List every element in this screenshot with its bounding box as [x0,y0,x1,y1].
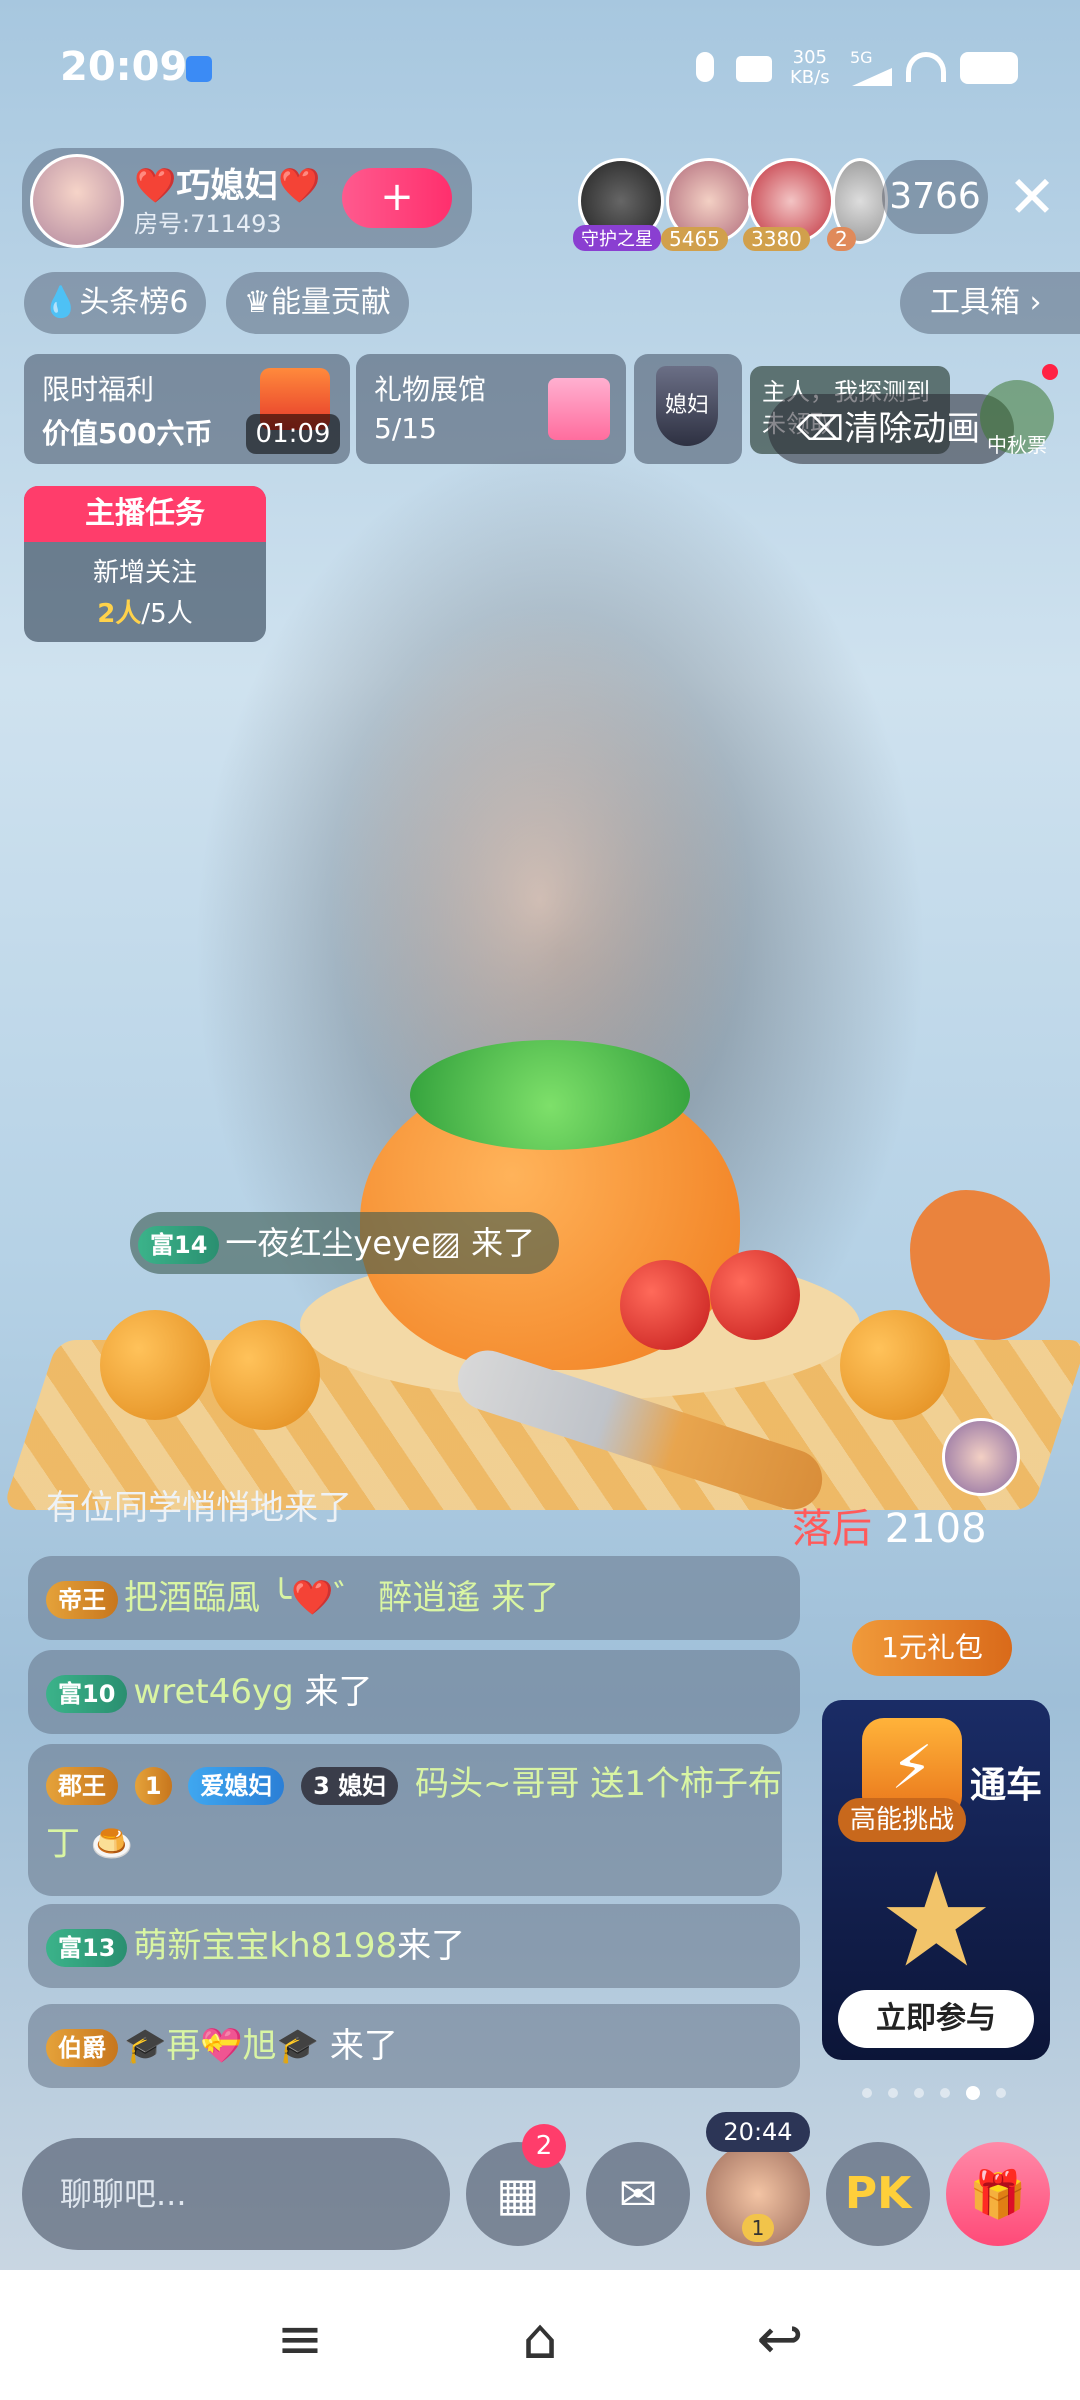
viewer-avatar-2[interactable]: 5465 [661,158,752,251]
signal-bars-icon [852,68,892,86]
battery-icon [960,52,1018,84]
gift-button[interactable]: 🎁 [946,2142,1050,2246]
back-icon[interactable]: ↩ [740,2300,820,2380]
promo-card[interactable]: ⚡ 通车 高能挑战 ★ 立即参与 [822,1700,1050,2060]
task-desc: 新增关注 [92,558,197,588]
eraser-icon: ⌫ [796,409,845,449]
system-nav-bar: ≡ ⌂ ↩ [0,2270,1080,2400]
maple-leaf [910,1190,1050,1340]
notification-dot [1042,364,1058,380]
apps-badge: 2 [522,2124,566,2168]
shield-icon: 媳妇 [656,366,718,446]
signal-icon: 5G [850,48,873,67]
gift-icon: 🎁 [969,2167,1027,2221]
room-id: 房号:711493 [134,210,282,238]
festival-badge[interactable]: 中秋票 [980,380,1054,457]
fan-level-badge: 3 媳妇 [301,1766,399,1805]
pk-button[interactable]: PK [826,2142,930,2246]
wealth-badge: 富10 [46,1674,128,1713]
cast-icon [186,56,212,82]
gift-pack-button[interactable]: 1元礼包 [852,1620,1012,1676]
viewer-badge: 5465 [661,227,728,251]
fan-badge: 爱媳妇 [188,1766,285,1805]
chat-message[interactable]: 帝王 把酒臨風 ╰❤️゛ 醉逍遙 来了 [28,1556,800,1640]
net-speed: 305 KB/s [790,47,830,88]
energy-chip[interactable]: ♛能量贡献 [226,272,409,334]
persimmon-gift-icon: 🍮 [90,1824,134,1864]
host-avatar[interactable] [30,154,124,248]
status-time: 20:09 [60,44,188,90]
plus-icon: + [380,174,414,220]
apps-button[interactable]: ▦ 2 [466,2124,570,2246]
rank-badge: 伯爵 [46,2028,118,2067]
menu-icon[interactable]: ≡ [260,2300,340,2380]
arrival-banner: 富14 一夜红尘yeye▨ 来了 [130,1212,560,1274]
headline-rank-chip[interactable]: 💧头条榜6 [24,272,207,334]
toolbox-chip[interactable]: 工具箱 › [900,272,1080,334]
carousel-dots [862,2086,1012,2100]
mic-icon [696,52,714,82]
viewer-badge: 守护之星 [573,225,661,251]
task-title: 主播任务 [24,486,266,542]
follow-button[interactable]: + [342,168,452,228]
level-badge: 1 [134,1766,172,1805]
star-icon: ★ [878,1844,995,1996]
welfare-timer: 01:09 [246,414,340,454]
host-info[interactable]: ❤️巧媳妇❤️ 房号:711493 + [22,148,472,248]
cherry [710,1250,800,1340]
seat-timer: 20:44 [706,2112,810,2152]
challenge-badge: 高能挑战 [838,1798,967,1842]
join-button[interactable]: 立即参与 [838,1990,1034,2048]
chat-message[interactable]: 富13 萌新宝宝kh8198来了 [28,1904,800,1988]
gift-icon [548,378,610,440]
wifi-icon [906,52,946,82]
leaves [410,1040,690,1150]
wealth-badge: 富13 [46,1928,128,1967]
viewer-avatar-4[interactable]: 2 [827,158,888,251]
crown-icon: ♛ [244,285,271,320]
acorn [840,1310,950,1420]
gift-gallery-card[interactable]: 礼物展馆 5/15 [356,354,626,464]
message-button[interactable]: ✉ [586,2142,690,2246]
seat-level: 1 [742,2214,774,2242]
viewer-avatar-1[interactable]: 守护之星 [573,158,664,251]
host-name: ❤️巧媳妇❤️ [134,166,321,206]
chat-message-plain: 有位同学悄悄地来了 [46,1488,352,1528]
chat-message-gift[interactable]: 郡王 1 爱媳妇 3 媳妇 码头~哥哥 送1个柿子布丁 🍮 [28,1744,782,1896]
wealth-badge: 富14 [138,1226,220,1264]
chat-message[interactable]: 伯爵 🎓再💝旭🎓 来了 [28,2004,800,2088]
chat-bubble-icon: ✉ [618,2167,658,2221]
promo-title: 通车 [970,1765,1043,1806]
viewer-badge: 2 [827,227,856,251]
home-icon[interactable]: ⌂ [500,2300,580,2380]
pk-opponent-avatar[interactable] [942,1418,1020,1496]
chevron-right-icon: › [1020,285,1042,320]
grid-icon: ▦ [496,2167,540,2221]
bottom-bar: 聊聊吧... ▦ 2 ✉ 20:44 1 PK 🎁 [0,2112,1080,2258]
viewer-count[interactable]: 3766 [882,160,988,234]
acorn [210,1320,320,1430]
camera-icon [736,56,772,82]
acorn [100,1310,210,1420]
task-progress: 2人/5人 [97,599,193,629]
rank-badge: 帝王 [46,1580,118,1619]
viewer-avatar-3[interactable]: 3380 [743,158,834,251]
drop-icon: 💧 [42,285,80,320]
chat-input[interactable]: 聊聊吧... [22,2138,450,2250]
welfare-card[interactable]: 限时福利 价值500六币 01:09 [24,354,350,464]
cherry [620,1260,710,1350]
status-bar: 20:09 305 KB/s 5G [0,0,1080,140]
rank-badge: 郡王 [46,1766,118,1805]
close-icon[interactable]: ✕ [1000,160,1064,234]
chat-message[interactable]: 富10 wret46yg 来了 [28,1650,800,1734]
fan-club-card[interactable]: 媳妇 [634,354,742,464]
pk-score: 落后 2108 [792,1506,987,1552]
mic-seat-button[interactable]: 20:44 1 [706,2112,810,2246]
viewer-badge: 3380 [743,227,810,251]
clear-animation-button[interactable]: ⌫清除动画 [768,394,1014,464]
anchor-task-card[interactable]: 主播任务 新增关注 2人/5人 [24,486,266,642]
